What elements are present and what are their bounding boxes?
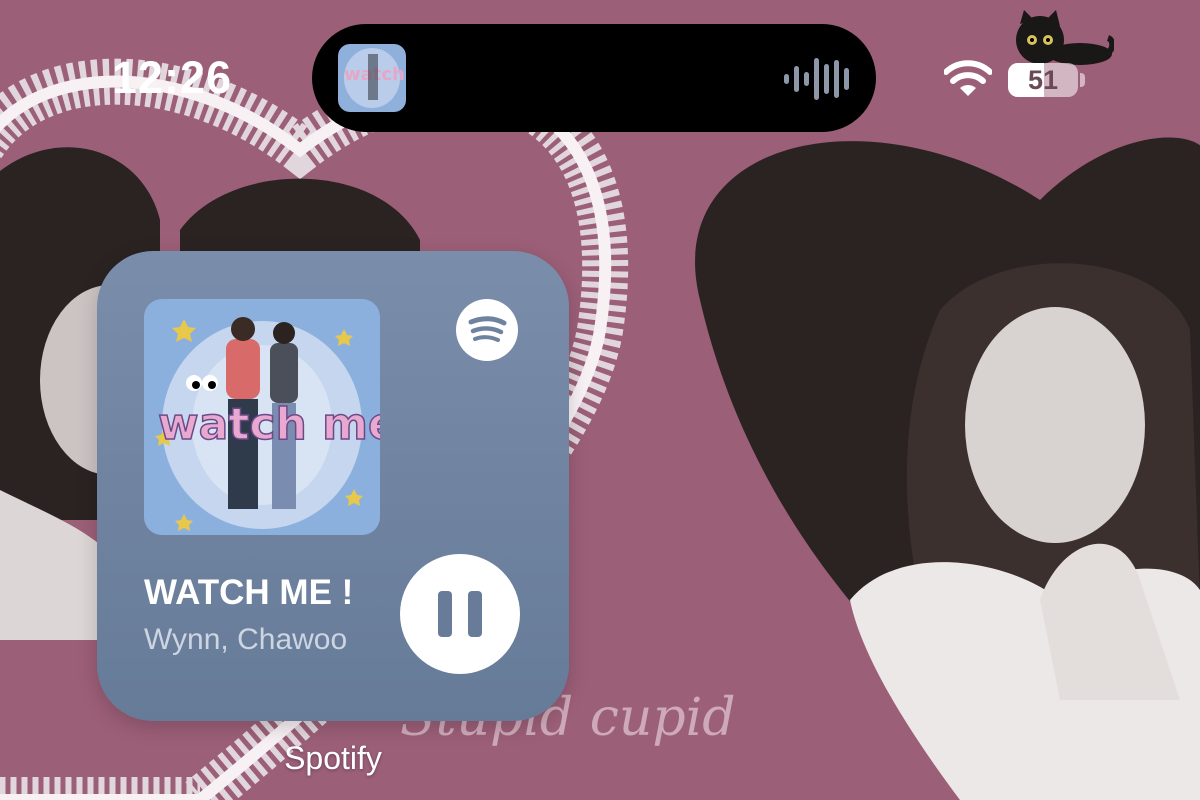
spotify-logo-icon[interactable] bbox=[456, 299, 518, 361]
wifi-icon bbox=[944, 60, 992, 96]
pause-icon bbox=[468, 591, 482, 637]
battery-icon: 51 bbox=[1008, 63, 1078, 97]
battery-percentage: 51 bbox=[1027, 65, 1059, 95]
battery-cap bbox=[1080, 73, 1085, 87]
widget-app-label[interactable]: Spotify bbox=[233, 740, 433, 777]
song-artist[interactable]: Wynn, Chawoo bbox=[144, 623, 347, 657]
audio-waveform-icon bbox=[784, 58, 849, 100]
album-art-text: watch me! bbox=[158, 399, 380, 450]
pause-button[interactable] bbox=[400, 554, 520, 674]
status-bar-clock: 12:26 bbox=[112, 52, 233, 103]
song-title[interactable]: WATCH ME ! bbox=[144, 573, 353, 613]
dynamic-island[interactable]: watch me bbox=[312, 24, 876, 132]
island-album-artwork[interactable]: watch me bbox=[338, 44, 406, 112]
black-cat-sticker-icon bbox=[1016, 10, 1114, 65]
album-artwork[interactable]: watch me! bbox=[144, 299, 380, 535]
spotify-widget[interactable]: watch me! WATCH ME ! Wynn, Chawoo bbox=[97, 251, 569, 721]
pause-icon bbox=[438, 591, 452, 637]
